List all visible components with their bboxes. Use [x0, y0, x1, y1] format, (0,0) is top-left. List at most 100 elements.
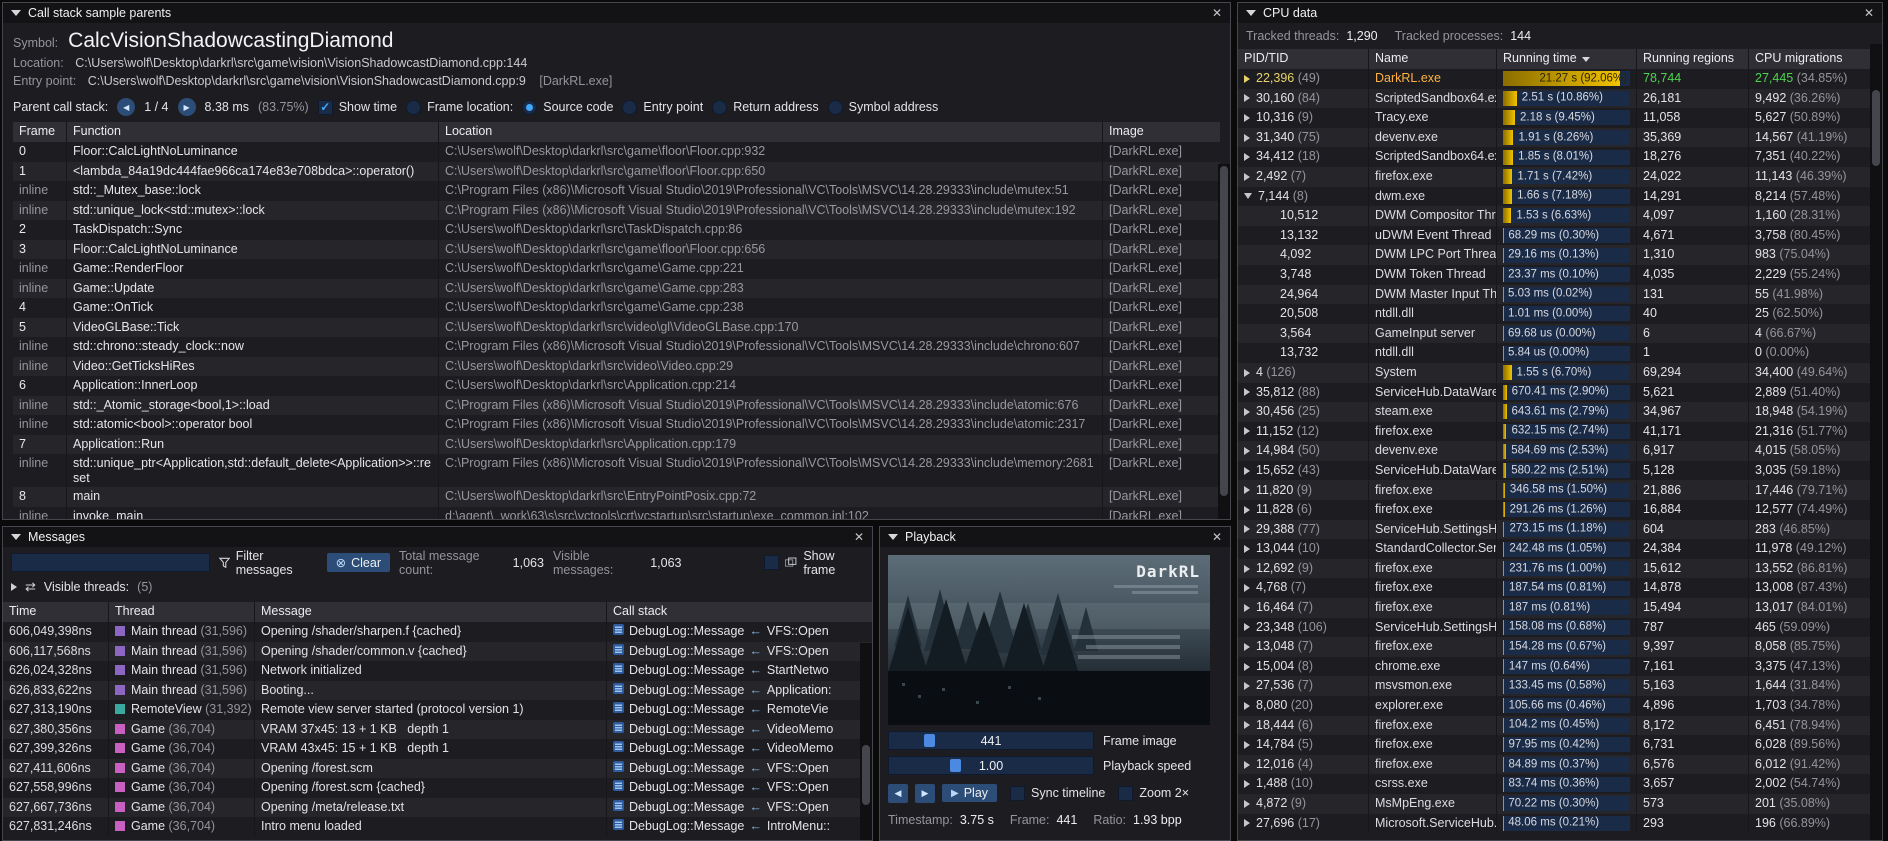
sync-timeline-checkbox[interactable]: Sync timeline — [1010, 786, 1105, 801]
expand-arrow-icon[interactable] — [1244, 800, 1250, 808]
close-icon[interactable]: ✕ — [854, 531, 864, 543]
cpu-process-row[interactable]: 11,820 (9)firefox.exe346.58 ms (1.50%)21… — [1238, 480, 1882, 500]
cpu-process-row[interactable]: 4,872 (9)MsMpEng.exe70.22 ms (0.30%)5732… — [1238, 794, 1882, 814]
expand-arrow-icon[interactable] — [1244, 486, 1250, 494]
scrollbar-thumb[interactable] — [1872, 90, 1880, 166]
callstack-frame-row[interactable]: 5VideoGLBase::TickC:\Users\wolf\Desktop\… — [13, 318, 1220, 338]
expand-arrow-icon[interactable] — [11, 583, 17, 591]
frame-image-slider[interactable]: 441 — [888, 731, 1094, 750]
cpu-process-row[interactable]: 1,488 (10)csrss.exe83.74 ms (0.36%)3,657… — [1238, 774, 1882, 794]
cpu-process-row[interactable]: 16,464 (7)firefox.exe187 ms (0.81%)15,49… — [1238, 598, 1882, 618]
cpu-process-row[interactable]: 10,512DWM Compositor Thread1.53 s (6.63%… — [1238, 206, 1882, 226]
cpu-process-row[interactable]: 34,412 (18)ScriptedSandbox64.exe1.85 s (… — [1238, 147, 1882, 167]
callstack-scrollbar[interactable] — [1218, 164, 1230, 519]
cpu-process-row[interactable]: 3,564GameInput server69.68 us (0.00%)64 … — [1238, 324, 1882, 344]
cpu-process-row[interactable]: 4,092DWM LPC Port Thread29.16 ms (0.13%)… — [1238, 245, 1882, 265]
expand-arrow-icon[interactable] — [1244, 447, 1250, 455]
expand-arrow-icon[interactable] — [1244, 114, 1250, 122]
expand-arrow-icon[interactable] — [1244, 173, 1250, 181]
message-row[interactable]: 627,667,736nsGame (36,704)Opening /meta/… — [3, 798, 872, 818]
radio-return-address[interactable]: Return address — [712, 100, 818, 115]
show-frame-checkbox[interactable]: Show frame — [764, 549, 864, 577]
callstack-frame-row[interactable]: inlinestd::unique_ptr<Application,std::d… — [13, 454, 1220, 487]
callstack-icon[interactable] — [613, 663, 624, 679]
expand-arrow-icon[interactable] — [1244, 467, 1250, 475]
close-icon[interactable]: ✕ — [1864, 7, 1874, 19]
expand-arrow-icon[interactable] — [1244, 408, 1250, 416]
cpu-process-row[interactable]: 15,004 (8)chrome.exe147 ms (0.64%)7,1613… — [1238, 657, 1882, 677]
collapse-icon[interactable] — [888, 534, 898, 540]
callstack-frame-row[interactable]: inlinestd::_Atomic_storage<bool,1>::load… — [13, 396, 1220, 416]
cpu-process-row[interactable]: 13,732ntdll.dll5.84 us (0.00%)10 (0.00%) — [1238, 343, 1882, 363]
message-row[interactable]: 627,399,326nsGame (36,704)VRAM 43x45: 15… — [3, 739, 872, 759]
zoom-checkbox[interactable]: Zoom 2× — [1118, 786, 1189, 801]
message-row[interactable]: 627,831,246nsGame (36,704)Intro menu loa… — [3, 817, 872, 837]
callstack-frame-row[interactable]: 0Floor::CalcLightNoLuminanceC:\Users\wol… — [13, 142, 1220, 162]
callstack-frame-row[interactable]: 8mainC:\Users\wolf\Desktop\darkrl\src\En… — [13, 487, 1220, 507]
scrollbar-thumb[interactable] — [1220, 166, 1228, 496]
cpu-scrollbar[interactable] — [1870, 44, 1882, 840]
cpu-process-row[interactable]: 14,984 (50)devenv.exe584.69 ms (2.53%)6,… — [1238, 441, 1882, 461]
cpu-process-row[interactable]: 23,348 (106)ServiceHub.SettingsHost158.0… — [1238, 618, 1882, 638]
expand-arrow-icon[interactable] — [1244, 94, 1250, 102]
cpu-process-row[interactable]: 12,016 (4)firefox.exe84.89 ms (0.37%)6,5… — [1238, 755, 1882, 775]
callstack-frame-row[interactable]: inlineVideo::GetTicksHiResC:\Users\wolf\… — [13, 357, 1220, 377]
expand-arrow-icon[interactable] — [1244, 134, 1250, 142]
callstack-frame-row[interactable]: inlineGame::RenderFloorC:\Users\wolf\Des… — [13, 259, 1220, 279]
expand-arrow-icon[interactable] — [1244, 780, 1250, 788]
cpu-process-row[interactable]: 24,964DWM Master Input Threa5.03 ms (0.0… — [1238, 285, 1882, 305]
cpu-process-row[interactable]: 4 (126)System1.55 s (6.70%)69,29434,400 … — [1238, 363, 1882, 383]
message-row[interactable]: 626,833,622nsMain thread (31,596)Booting… — [3, 681, 872, 701]
message-row[interactable]: 627,411,606nsGame (36,704)Opening /fores… — [3, 759, 872, 779]
callstack-icon[interactable] — [613, 780, 624, 796]
callstack-icon[interactable] — [613, 800, 624, 816]
messages-scrollbar[interactable] — [860, 643, 872, 840]
callstack-frame-row[interactable]: inlinestd::_Mutex_base::lockC:\Program F… — [13, 181, 1220, 201]
expand-arrow-icon[interactable] — [1244, 388, 1250, 396]
cpu-process-row[interactable]: 13,044 (10)StandardCollector.Servic242.4… — [1238, 539, 1882, 559]
prev-frame-button[interactable]: ◀ — [888, 784, 908, 803]
expand-arrow-icon[interactable] — [1244, 525, 1250, 533]
callstack-frame-row[interactable]: inlinestd::atomic<bool>::operator boolC:… — [13, 415, 1220, 435]
cpu-process-row[interactable]: 20,508ntdll.dll1.01 ms (0.00%)4025 (62.5… — [1238, 304, 1882, 324]
expand-arrow-icon[interactable] — [1244, 682, 1250, 690]
cpu-process-row[interactable]: 13,048 (7)firefox.exe154.28 ms (0.67%)9,… — [1238, 637, 1882, 657]
clear-button[interactable]: ⊗ Clear — [327, 553, 390, 572]
header-running-time[interactable]: Running time — [1497, 49, 1637, 69]
callstack-icon[interactable] — [613, 624, 624, 640]
expand-arrow-icon[interactable] — [1244, 643, 1250, 651]
expand-arrow-icon[interactable] — [1244, 819, 1250, 827]
next-callstack-button[interactable]: ▶ — [178, 98, 196, 116]
message-row[interactable]: 627,558,996nsGame (36,704)Opening /fores… — [3, 778, 872, 798]
callstack-icon[interactable] — [613, 741, 624, 757]
next-frame-button[interactable]: ▶ — [915, 784, 935, 803]
cpu-process-row[interactable]: 35,812 (88)ServiceHub.DataWarehou670.41 … — [1238, 383, 1882, 403]
callstack-icon[interactable] — [613, 819, 624, 835]
expand-arrow-icon[interactable] — [1244, 153, 1250, 161]
collapse-icon[interactable] — [11, 534, 21, 540]
callstack-frame-row[interactable]: 3Floor::CalcLightNoLuminanceC:\Users\wol… — [13, 240, 1220, 260]
cpu-process-row[interactable]: 18,444 (6)firefox.exe104.2 ms (0.45%)8,1… — [1238, 716, 1882, 736]
expand-arrow-icon[interactable] — [1244, 565, 1250, 573]
expand-arrow-icon[interactable] — [1244, 604, 1250, 612]
prev-callstack-button[interactable]: ◀ — [117, 98, 135, 116]
cpu-process-row[interactable]: 3,748DWM Token Thread23.37 ms (0.10%)4,0… — [1238, 265, 1882, 285]
cpu-process-row[interactable]: 8,080 (20)explorer.exe105.66 ms (0.46%)4… — [1238, 696, 1882, 716]
callstack-icon[interactable] — [613, 761, 624, 777]
header-name[interactable]: Name — [1369, 49, 1497, 69]
cpu-process-row[interactable]: 29,388 (77)ServiceHub.SettingsHost273.15… — [1238, 520, 1882, 540]
expand-arrow-icon[interactable] — [1244, 584, 1250, 592]
radio-symbol-address[interactable]: Symbol address — [828, 100, 939, 115]
cpu-process-row[interactable]: 27,536 (7)msvsmon.exe133.45 ms (0.58%)5,… — [1238, 676, 1882, 696]
cpu-process-row[interactable]: 31,340 (75)devenv.exe1.91 s (8.26%)35,36… — [1238, 128, 1882, 148]
cpu-process-row[interactable]: 30,456 (25)steam.exe643.61 ms (2.79%)34,… — [1238, 402, 1882, 422]
scrollbar-thumb[interactable] — [862, 745, 870, 804]
message-row[interactable]: 606,049,398nsMain thread (31,596)Opening… — [3, 622, 872, 642]
filter-input[interactable] — [11, 553, 210, 572]
show-time-checkbox[interactable]: Show time — [318, 100, 397, 115]
callstack-frame-row[interactable]: 6Application::InnerLoopC:\Users\wolf\Des… — [13, 376, 1220, 396]
collapse-icon[interactable] — [1246, 10, 1256, 16]
cpu-process-row[interactable]: 30,160 (84)ScriptedSandbox64.exe2.51 s (… — [1238, 89, 1882, 109]
callstack-frame-row[interactable]: inlinestd::chrono::steady_clock::nowC:\P… — [13, 337, 1220, 357]
expand-arrow-icon[interactable] — [1244, 369, 1250, 377]
